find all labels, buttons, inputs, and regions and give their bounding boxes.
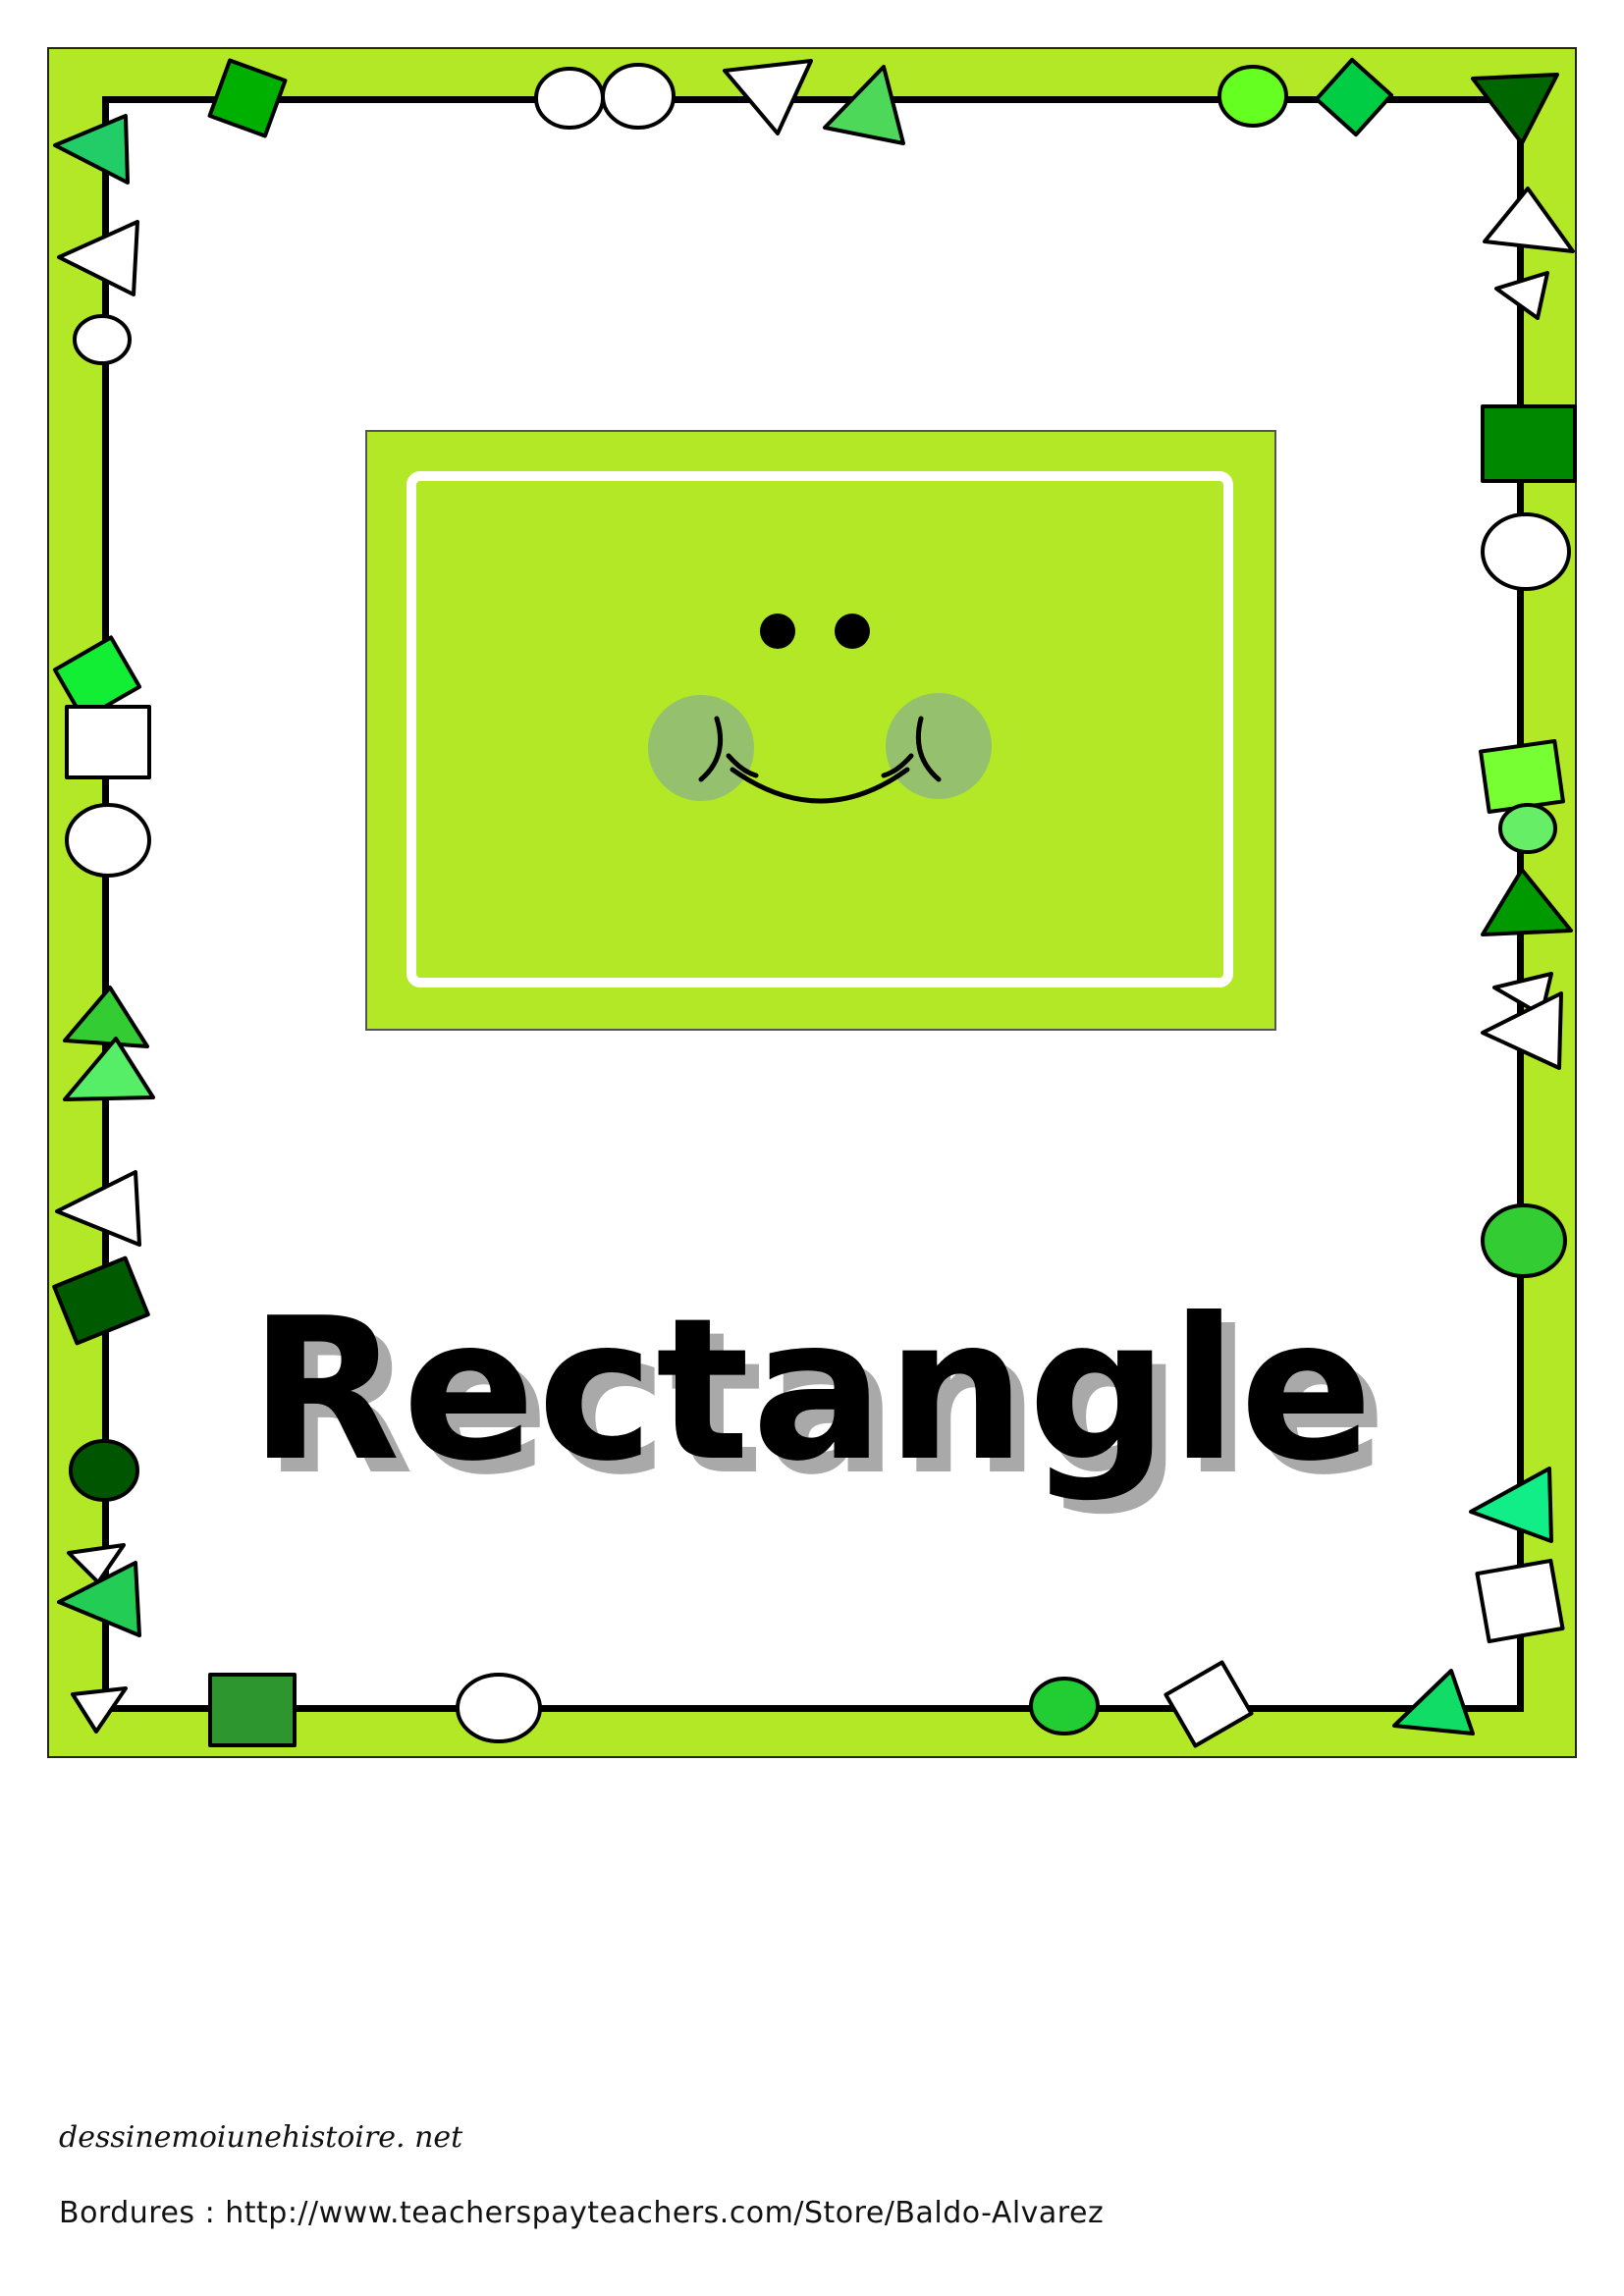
left-cheek xyxy=(648,695,754,801)
border-credit: Bordures : http://www.teacherspayteacher… xyxy=(59,2196,1105,2230)
shape-title: Rectangle Rectangle xyxy=(0,1276,1624,1519)
site-credit: dessinemoiunehistoire. net xyxy=(59,2120,463,2155)
left-eye xyxy=(760,614,795,649)
smile-mouth xyxy=(730,767,910,804)
right-eye xyxy=(835,614,870,649)
shape-title-text: Rectangle xyxy=(248,1276,1376,1505)
right-cheek xyxy=(886,693,992,799)
